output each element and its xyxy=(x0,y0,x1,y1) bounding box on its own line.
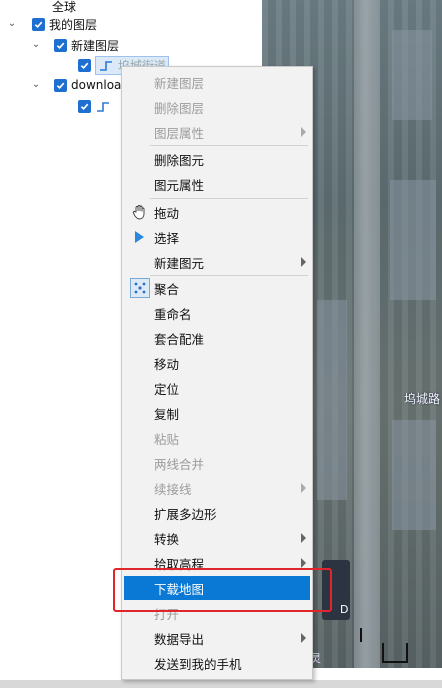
checkbox[interactable] xyxy=(54,78,67,92)
menu-item-select[interactable]: 选择 xyxy=(124,225,310,249)
menu-item-label: 定位 xyxy=(154,381,180,397)
annotation-highlight-box xyxy=(113,568,332,612)
menu-item-label: 复制 xyxy=(154,406,180,422)
scale-bar xyxy=(382,643,408,663)
menu-item-label: 新建图层 xyxy=(154,75,205,91)
map-building xyxy=(392,420,436,530)
tree-item-my-layers[interactable]: ⌄ 我的图层 xyxy=(6,14,97,34)
polyline-icon xyxy=(100,61,112,71)
menu-item-continue-line[interactable]: 续接线 xyxy=(124,476,310,500)
menu-item-label: 聚合 xyxy=(154,281,180,297)
menu-item-cluster[interactable]: 聚合 xyxy=(124,276,310,300)
menu-item-send-to-phone[interactable]: 发送到我的手机 xyxy=(124,651,310,675)
menu-item-register[interactable]: 套合配准 xyxy=(124,326,310,350)
menu-item-move[interactable]: 移动 xyxy=(124,351,310,375)
menu-item-label: 图元属性 xyxy=(154,177,205,193)
menu-item-convert[interactable]: 转换 xyxy=(124,526,310,550)
menu-item-drag[interactable]: 拖动 xyxy=(124,200,310,224)
chevron-down-icon[interactable]: ⌄ xyxy=(30,39,42,51)
hand-icon xyxy=(130,203,148,221)
menu-item-delete-element[interactable]: 删除图元 xyxy=(124,147,310,171)
submenu-arrow-icon xyxy=(301,633,306,643)
polyline-icon xyxy=(97,102,109,112)
menu-separator xyxy=(150,145,308,146)
menu-separator xyxy=(150,198,308,199)
tree-item-download[interactable]: ⌄ download xyxy=(30,75,129,95)
map-road xyxy=(354,0,380,668)
submenu-arrow-icon xyxy=(301,558,306,568)
menu-item-label: 转换 xyxy=(154,531,180,547)
checkbox[interactable] xyxy=(78,58,91,72)
pointer-icon xyxy=(130,228,148,246)
menu-item-extend-polygon[interactable]: 扩展多边形 xyxy=(124,501,310,525)
map-building xyxy=(390,180,436,300)
menu-item-new-element[interactable]: 新建图元 xyxy=(124,250,310,274)
submenu-arrow-icon xyxy=(301,127,306,137)
menu-item-copy[interactable]: 复制 xyxy=(124,401,310,425)
menu-item-paste[interactable]: 粘贴 xyxy=(124,426,310,450)
scale-tick xyxy=(360,628,362,642)
checkbox[interactable] xyxy=(32,17,45,31)
tree-item-label: 新建图层 xyxy=(71,38,120,53)
menu-item-label: 发送到我的手机 xyxy=(154,656,242,672)
map-place-label: 坞城路 xyxy=(403,392,440,406)
menu-item-label: 选择 xyxy=(154,230,180,246)
cluster-icon xyxy=(130,278,150,298)
checkbox[interactable] xyxy=(54,38,67,52)
map-control-label: D xyxy=(340,603,349,616)
menu-item-data-export[interactable]: 数据导出 xyxy=(124,626,310,650)
menu-item-element-properties[interactable]: 图元属性 xyxy=(124,172,310,196)
submenu-arrow-icon xyxy=(301,483,306,493)
status-bar xyxy=(0,680,442,688)
tree-item-label: 全球 xyxy=(52,0,77,14)
menu-item-label: 重命名 xyxy=(154,306,192,322)
tree-item-new-layer[interactable]: ⌄ 新建图层 xyxy=(30,35,119,55)
map-building xyxy=(317,300,347,500)
menu-item-new-layer[interactable]: 新建图层 xyxy=(124,70,310,94)
menu-item-label: 删除图层 xyxy=(154,100,205,116)
menu-item-label: 新建图元 xyxy=(154,255,205,271)
menu-item-label: 续接线 xyxy=(154,481,192,497)
menu-item-delete-layer[interactable]: 删除图层 xyxy=(124,95,310,119)
menu-item-label: 两线合并 xyxy=(154,456,205,472)
chevron-down-icon[interactable]: ⌄ xyxy=(6,18,18,30)
menu-item-label: 移动 xyxy=(154,356,180,372)
menu-item-label: 套合配准 xyxy=(154,331,205,347)
menu-item-label: 拖动 xyxy=(154,205,180,221)
submenu-arrow-icon xyxy=(301,533,306,543)
map-building xyxy=(392,30,432,120)
menu-item-label: 删除图元 xyxy=(154,152,205,168)
menu-item-label: 扩展多边形 xyxy=(154,506,217,522)
chevron-down-icon[interactable]: ⌄ xyxy=(30,79,42,91)
menu-item-layer-properties[interactable]: 图层属性 xyxy=(124,120,310,144)
submenu-arrow-icon xyxy=(301,257,306,267)
tree-item-label: 我的图层 xyxy=(49,17,98,32)
tree-item-download-child[interactable] xyxy=(78,96,115,116)
menu-item-label: 粘贴 xyxy=(154,431,180,447)
menu-item-locate[interactable]: 定位 xyxy=(124,376,310,400)
menu-item-merge-lines[interactable]: 两线合并 xyxy=(124,451,310,475)
menu-item-rename[interactable]: 重命名 xyxy=(124,301,310,325)
menu-item-label: 图层属性 xyxy=(154,125,205,141)
menu-item-label: 数据导出 xyxy=(154,631,205,647)
checkbox[interactable] xyxy=(78,99,91,113)
